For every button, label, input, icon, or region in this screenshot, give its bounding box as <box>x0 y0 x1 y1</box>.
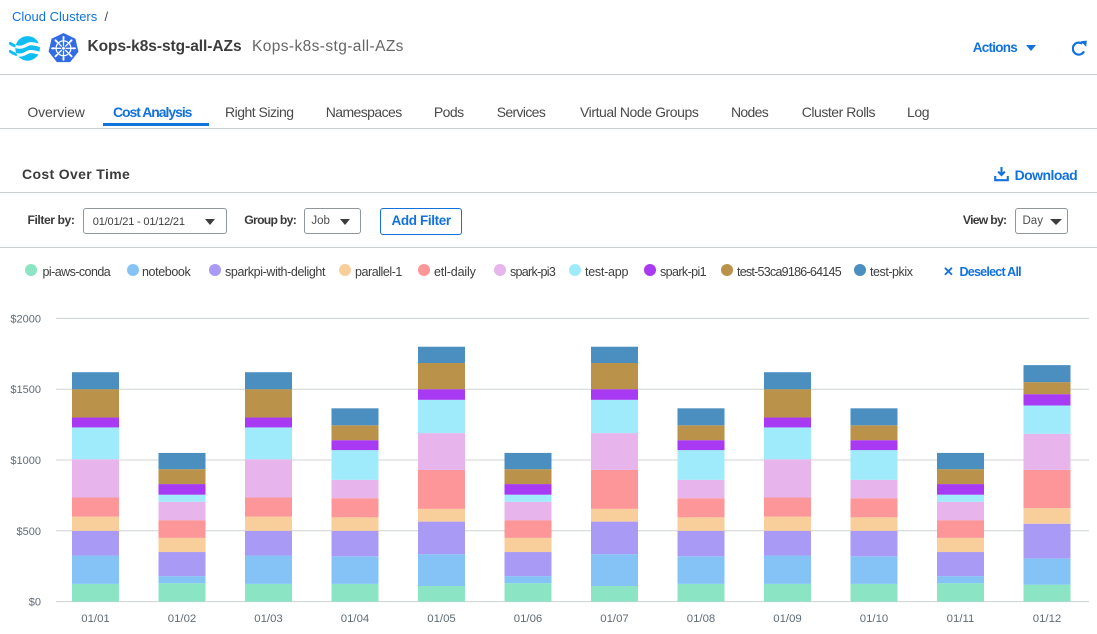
svg-text:01/07: 01/07 <box>600 613 629 625</box>
svg-text:$1500: $1500 <box>10 384 41 396</box>
svg-text:01/02: 01/02 <box>168 613 197 625</box>
svg-text:01/12: 01/12 <box>1033 613 1062 625</box>
svg-text:01/08: 01/08 <box>687 613 716 625</box>
svg-text:01/09: 01/09 <box>773 613 802 625</box>
svg-text:01/04: 01/04 <box>341 613 370 625</box>
svg-text:$500: $500 <box>17 526 41 538</box>
svg-text:01/11: 01/11 <box>947 613 975 625</box>
svg-text:01/10: 01/10 <box>860 613 889 625</box>
svg-text:$0: $0 <box>29 597 41 609</box>
svg-text:$1000: $1000 <box>10 455 41 467</box>
svg-text:01/05: 01/05 <box>427 613 456 625</box>
svg-text:01/03: 01/03 <box>254 613 283 625</box>
svg-text:01/01: 01/01 <box>81 613 110 625</box>
svg-text:01/06: 01/06 <box>514 613 543 625</box>
svg-text:$2000: $2000 <box>10 313 41 325</box>
